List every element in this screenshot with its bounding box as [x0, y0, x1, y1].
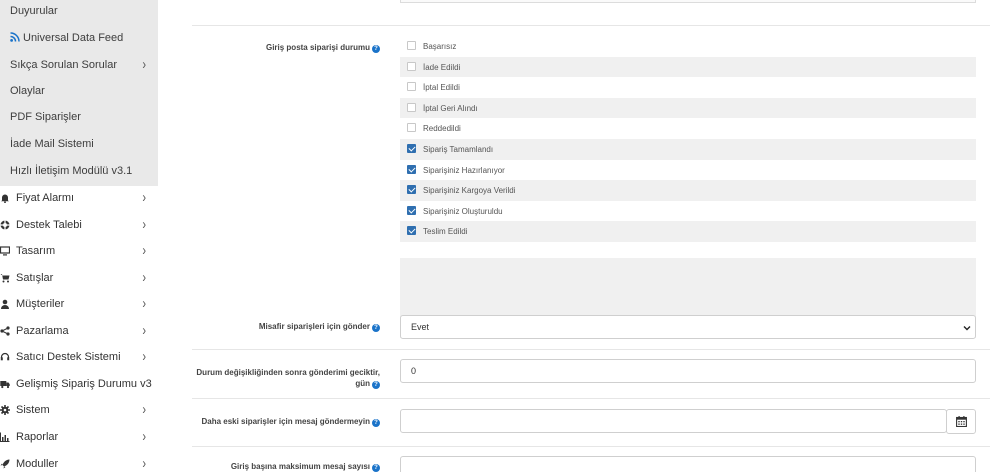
chevron-down-icon [963, 326, 971, 331]
checkbox-checked[interactable] [407, 144, 416, 153]
chevron-right-icon: › [142, 456, 146, 472]
sidebar-item-pdf-siparisler[interactable]: PDF Siparişler [10, 104, 81, 130]
checkbox[interactable] [407, 123, 416, 133]
sidebar-item-iade-mail[interactable]: İade Mail Sistemi [10, 131, 94, 157]
sidebar-submenu: Duyurular Universal Data Feed Sıkça Soru… [0, 0, 158, 186]
bell-icon [1, 194, 9, 203]
delay-days-label: Durum değişikliğinden sonra gönderimi ge… [196, 368, 380, 389]
sidebar-item-sss[interactable]: Sıkça Sorulan Sorular › [10, 52, 158, 78]
cart-icon [0, 274, 10, 283]
max-messages-label: Giriş başına maksimum mesaj sayısı? [231, 462, 380, 472]
user-icon [1, 299, 9, 309]
help-icon[interactable]: ? [372, 45, 380, 53]
calendar-button[interactable] [946, 409, 976, 434]
status-option-iptal-geri-alindi[interactable]: İptal Geri Alındı [400, 97, 976, 119]
old-orders-date-input[interactable] [400, 409, 947, 433]
monitor-icon [0, 246, 10, 256]
sidebar-item-sistem[interactable]: Sistem › [0, 397, 158, 423]
status-option-reddedildi[interactable]: Reddedildi [400, 118, 976, 139]
sidebar: Duyurular Universal Data Feed Sıkça Soru… [0, 0, 158, 472]
max-messages-input[interactable] [400, 456, 976, 472]
status-checklist: Başarısız İade Edildi İptal Edildi İptal… [400, 36, 976, 338]
previous-field-box [400, 0, 976, 3]
sidebar-item-olaylar[interactable]: Olaylar [10, 78, 45, 104]
help-icon[interactable]: ? [372, 324, 380, 332]
sidebar-item-raporlar[interactable]: Raporlar › [0, 424, 158, 450]
help-icon[interactable]: ? [372, 381, 380, 389]
sidebar-item-fiyat-alarmi[interactable]: Fiyat Alarmı › [0, 185, 158, 211]
rss-icon [10, 32, 20, 42]
help-icon[interactable]: ? [372, 419, 380, 427]
divider [192, 398, 990, 399]
calendar-icon [956, 416, 967, 427]
sidebar-item-tasarim[interactable]: Tasarım › [0, 238, 158, 264]
divider [192, 25, 990, 26]
checkbox[interactable] [407, 82, 416, 92]
settings-form: Giriş posta siparişi durumu? Başarısız İ… [182, 0, 1000, 472]
rocket-icon [0, 459, 10, 469]
checkbox-checked[interactable] [407, 164, 416, 174]
truck-icon [0, 381, 10, 389]
checkbox-checked[interactable] [407, 226, 416, 236]
guest-orders-label: Misafir siparişleri için gönder? [259, 322, 380, 332]
guest-orders-select[interactable]: Evet [400, 315, 976, 339]
status-option-olusturuldu[interactable]: Siparişiniz Oluşturuldu [400, 201, 976, 222]
lifebuoy-icon [0, 220, 10, 230]
status-option-siparis-tamamlandi[interactable]: Sipariş Tamamlandı [400, 139, 976, 160]
sidebar-item-satici-destek[interactable]: Satıcı Destek Sistemi › [0, 344, 158, 370]
checkbox[interactable] [407, 102, 416, 112]
bar-chart-icon [0, 432, 10, 442]
checkbox[interactable] [407, 61, 416, 71]
sidebar-item-musteriler[interactable]: Müşteriler › [0, 291, 158, 317]
old-orders-label: Daha eski siparişler için mesaj gönderme… [201, 417, 380, 427]
divider [192, 446, 990, 447]
status-option-teslim-edildi[interactable]: Teslim Edildi [400, 221, 976, 242]
status-option-kargoya-verildi[interactable]: Siparişiniz Kargoya Verildi [400, 180, 976, 201]
sidebar-item-destek-talebi[interactable]: Destek Talebi › [0, 212, 158, 238]
sidebar-item-pazarlama[interactable]: Pazarlama › [0, 318, 158, 344]
checkbox[interactable] [407, 41, 416, 50]
chevron-right-icon: › [142, 57, 146, 73]
share-icon [0, 326, 10, 336]
checkbox-checked[interactable] [407, 185, 416, 195]
status-option-iptal-edildi[interactable]: İptal Edildi [400, 77, 976, 98]
status-option-basarisiz[interactable]: Başarısız [400, 36, 976, 57]
sidebar-item-hizli-iletisim[interactable]: Hızlı İletişim Modülü v3.1 [10, 158, 132, 184]
gear-icon [0, 405, 10, 415]
checkbox-checked[interactable] [407, 205, 416, 215]
chevron-right-icon: › [142, 349, 146, 365]
sidebar-item-gelismis-siparis[interactable]: Gelişmiş Sipariş Durumu v3 [0, 371, 158, 397]
sidebar-item-moduller[interactable]: Moduller › [0, 451, 158, 472]
sidebar-item-universal-data-feed[interactable]: Universal Data Feed [10, 25, 123, 51]
delay-days-input[interactable]: 0 [400, 359, 976, 383]
status-field-label: Giriş posta siparişi durumu? [266, 43, 380, 53]
status-option-hazirlaniyor[interactable]: Siparişiniz Hazırlanıyor [400, 160, 976, 181]
status-option-iade-edildi[interactable]: İade Edildi [400, 56, 976, 78]
support-icon [0, 352, 10, 361]
help-icon[interactable]: ? [372, 464, 380, 472]
sidebar-item-satislar[interactable]: Satışlar › [0, 265, 158, 291]
sidebar-item-duyurular[interactable]: Duyurular [10, 0, 58, 24]
divider [192, 349, 990, 350]
